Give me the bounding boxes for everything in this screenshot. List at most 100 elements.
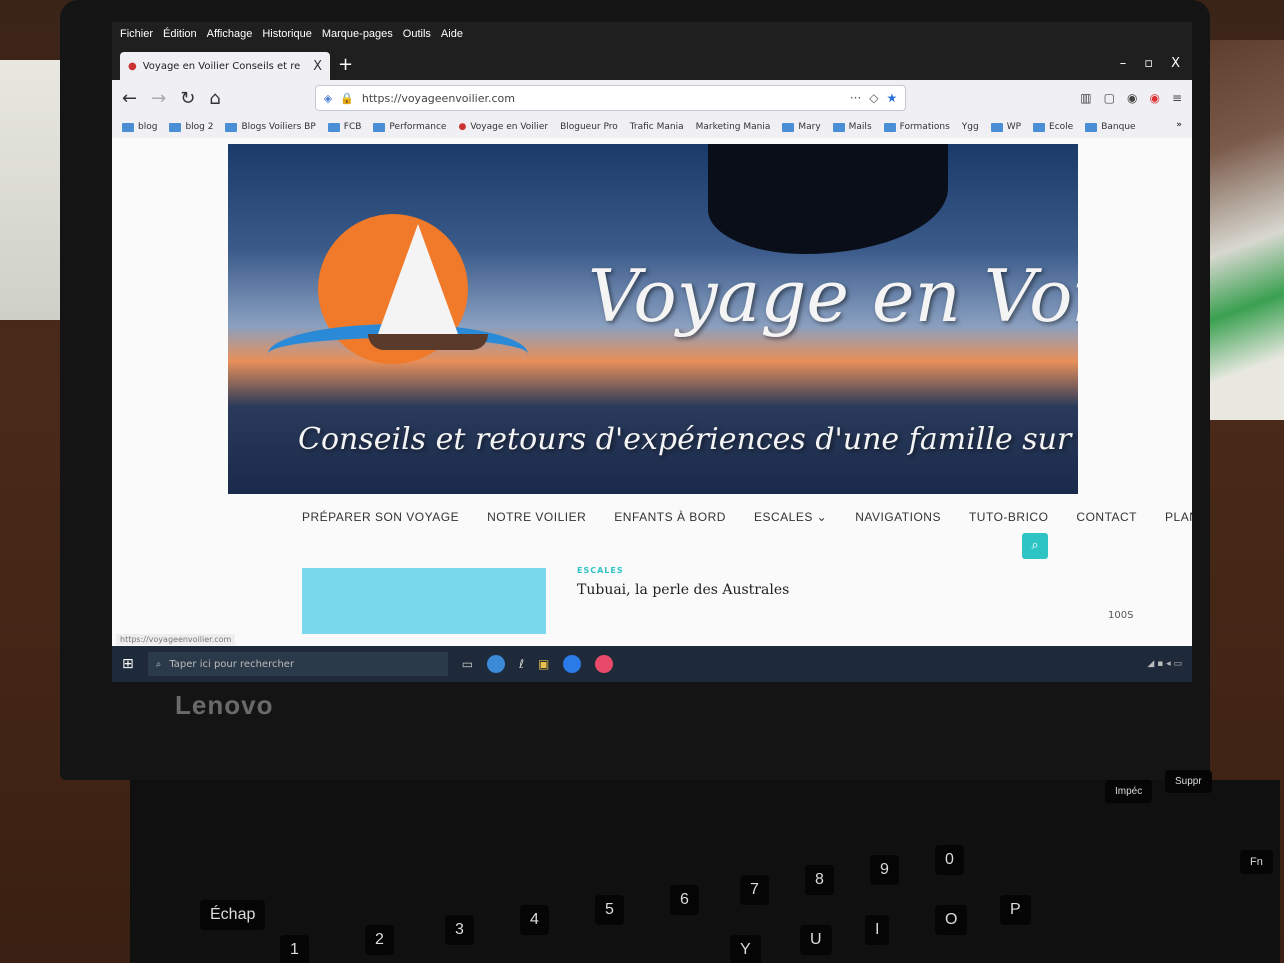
key-o[interactable]: O bbox=[935, 905, 968, 935]
bookmark-marketing-mania[interactable]: Marketing Mania bbox=[696, 120, 771, 134]
nav-plan-du-site[interactable]: PLAN DU SITE bbox=[1165, 510, 1192, 524]
nav-navigations[interactable]: NAVIGATIONS bbox=[855, 510, 941, 524]
menu-marque-pages[interactable]: Marque-pages bbox=[322, 28, 393, 42]
key-2[interactable]: 2 bbox=[365, 925, 394, 955]
key-suppr[interactable]: Suppr bbox=[1165, 770, 1212, 793]
menu-outils[interactable]: Outils bbox=[403, 28, 431, 42]
key-echap[interactable]: Échap bbox=[200, 900, 266, 930]
nav-tuto-brico[interactable]: TUTO-BRICO bbox=[969, 510, 1048, 524]
task-view-icon[interactable]: ▭ bbox=[462, 657, 473, 671]
key-impec[interactable]: Impéc bbox=[1105, 780, 1153, 803]
minimize-button[interactable]: – bbox=[1120, 56, 1127, 71]
windows-start-icon[interactable]: ⊞ bbox=[122, 656, 134, 672]
reload-icon[interactable]: ↻ bbox=[180, 88, 195, 109]
shield-icon[interactable]: ◈ bbox=[324, 92, 332, 105]
new-tab-button[interactable]: + bbox=[338, 54, 353, 75]
hero-banner[interactable]: Voyage en Voilier Conseils et retours d'… bbox=[228, 144, 1078, 494]
bookmark-blog-2[interactable]: blog 2 bbox=[169, 120, 213, 134]
bookmark-ecole[interactable]: Ecole bbox=[1033, 120, 1073, 134]
bookmark-banque[interactable]: Banque bbox=[1085, 120, 1136, 134]
bookmark-trafic-mania[interactable]: Trafic Mania bbox=[630, 120, 684, 134]
folder-icon bbox=[373, 122, 386, 132]
windows-taskbar: ⊞ ⌕ Taper ici pour rechercher ▭ ℓ ▣ ◢ ▪ … bbox=[112, 646, 1192, 682]
menu-aide[interactable]: Aide bbox=[441, 28, 463, 42]
more-bookmarks-button[interactable]: » bbox=[1176, 120, 1182, 134]
bookmark-label: Trafic Mania bbox=[629, 122, 684, 132]
site-title[interactable]: Voyage en Voilier bbox=[588, 254, 1078, 338]
extension-icon[interactable]: ◉ bbox=[1127, 91, 1137, 105]
bookmark-mary[interactable]: Mary bbox=[782, 120, 821, 134]
menu-affichage[interactable]: Affichage bbox=[207, 28, 253, 42]
edge-icon[interactable] bbox=[487, 655, 506, 673]
taskbar-search[interactable]: ⌕ Taper ici pour rechercher bbox=[147, 652, 448, 676]
bookmark-wp[interactable]: WP bbox=[990, 120, 1021, 134]
bookmark-mails[interactable]: Mails bbox=[832, 120, 872, 134]
key-3[interactable]: 3 bbox=[445, 915, 474, 945]
key-fn[interactable]: Fn bbox=[1240, 850, 1273, 874]
nav-notre-voilier[interactable]: NOTRE VOILIER bbox=[487, 510, 586, 524]
key-6[interactable]: 6 bbox=[670, 885, 699, 915]
key-9[interactable]: 9 bbox=[870, 855, 899, 885]
back-arrow-icon[interactable]: ← bbox=[122, 88, 137, 109]
nav-preparer-son-voyage[interactable]: PRÉPARER SON VOYAGE bbox=[302, 510, 459, 524]
bookmark-label: Performance bbox=[389, 122, 447, 132]
bookmark-formations[interactable]: Formations bbox=[883, 120, 950, 134]
menu-fichier[interactable]: Fichier bbox=[120, 28, 153, 42]
key-y[interactable]: Y bbox=[730, 935, 761, 963]
tab-bar: ● Voyage en Voilier Conseils et re X + –… bbox=[112, 48, 1192, 80]
url-bar[interactable]: ◈ 🔒 https://voyageenvoilier.com ··· ◇ ★ bbox=[314, 85, 907, 111]
system-tray[interactable]: ◢ ▪ ◂ ▭ bbox=[1147, 659, 1182, 669]
close-window-button[interactable]: X bbox=[1171, 56, 1180, 71]
nav-contact[interactable]: CONTACT bbox=[1076, 510, 1137, 524]
forward-arrow-icon[interactable]: → bbox=[151, 88, 166, 109]
post-title[interactable]: Tubuai, la perle des Australes bbox=[577, 582, 789, 598]
key-p[interactable]: P bbox=[1000, 895, 1031, 925]
maximize-button[interactable]: ▫ bbox=[1144, 56, 1153, 71]
home-icon[interactable]: ⌂ bbox=[209, 88, 220, 109]
bookmark-performance[interactable]: Performance bbox=[373, 120, 446, 134]
adblock-icon[interactable]: ◉ bbox=[1149, 91, 1159, 105]
window-controls: – ▫ X bbox=[1120, 56, 1180, 71]
post-category[interactable]: ESCALES bbox=[577, 566, 624, 575]
navigation-bar: ← → ↻ ⌂ ◈ 🔒 https://voyageenvoilier.com … bbox=[112, 80, 1192, 116]
bookmark-blogueur-pro[interactable]: Blogueur Pro bbox=[560, 120, 618, 134]
key-i[interactable]: I bbox=[865, 915, 890, 945]
key-0[interactable]: 0 bbox=[935, 845, 964, 875]
nav-escales[interactable]: ESCALES ⌄ bbox=[754, 510, 827, 524]
key-7[interactable]: 7 bbox=[740, 875, 769, 905]
app-blue-icon[interactable] bbox=[563, 655, 582, 673]
close-tab-icon[interactable]: X bbox=[313, 59, 322, 74]
lock-icon: 🔒 bbox=[340, 91, 354, 105]
key-u[interactable]: U bbox=[800, 925, 832, 955]
bookmark-fcb[interactable]: FCB bbox=[327, 120, 362, 134]
key-8[interactable]: 8 bbox=[805, 865, 834, 895]
post-thumbnail[interactable] bbox=[302, 568, 546, 634]
sidebar-icon[interactable]: ▢ bbox=[1104, 91, 1115, 105]
bookmark-ygg[interactable]: Ygg bbox=[962, 120, 979, 134]
toolbar-icons: ▥ ▢ ◉ ◉ ≡ bbox=[1080, 91, 1182, 105]
key-4[interactable]: 4 bbox=[520, 905, 549, 935]
bookmark-label: FCB bbox=[343, 122, 362, 132]
library-icon[interactable]: ▥ bbox=[1080, 91, 1091, 105]
menu-edition[interactable]: Édition bbox=[163, 28, 197, 42]
bookmark-blogs-voiliers[interactable]: Blogs Voiliers BP bbox=[225, 120, 316, 134]
store-icon[interactable]: ▣ bbox=[538, 657, 549, 671]
bookmark-star-icon[interactable]: ★ bbox=[887, 91, 898, 105]
status-bar-url: https://voyageenvoilier.com bbox=[116, 634, 236, 645]
tab-title: Voyage en Voilier Conseils et re bbox=[142, 60, 301, 72]
key-5[interactable]: 5 bbox=[595, 895, 624, 925]
menu-historique[interactable]: Historique bbox=[262, 28, 312, 42]
tab-voyage-en-voilier[interactable]: ● Voyage en Voilier Conseils et re X bbox=[120, 52, 330, 80]
firefox-icon[interactable] bbox=[595, 655, 614, 673]
search-button[interactable]: ⌕ bbox=[1022, 533, 1048, 559]
key-1[interactable]: 1 bbox=[280, 935, 309, 963]
url-text[interactable]: https://voyageenvoilier.com bbox=[362, 92, 842, 105]
pocket-icon[interactable]: ◇ bbox=[869, 91, 878, 105]
bookmark-voyage-en-voilier[interactable]: ● Voyage en Voilier bbox=[458, 120, 548, 134]
menu-hamburger-icon[interactable]: ≡ bbox=[1172, 91, 1182, 105]
laptop: Lenovo Fichier Édition Affichage Histori… bbox=[40, 0, 1280, 963]
nav-enfants-a-bord[interactable]: ENFANTS À BORD bbox=[614, 510, 726, 524]
bookmark-blog[interactable]: blog bbox=[122, 120, 157, 134]
notepad-icon[interactable]: ℓ bbox=[519, 657, 524, 671]
page-actions-button[interactable]: ··· bbox=[850, 91, 861, 105]
